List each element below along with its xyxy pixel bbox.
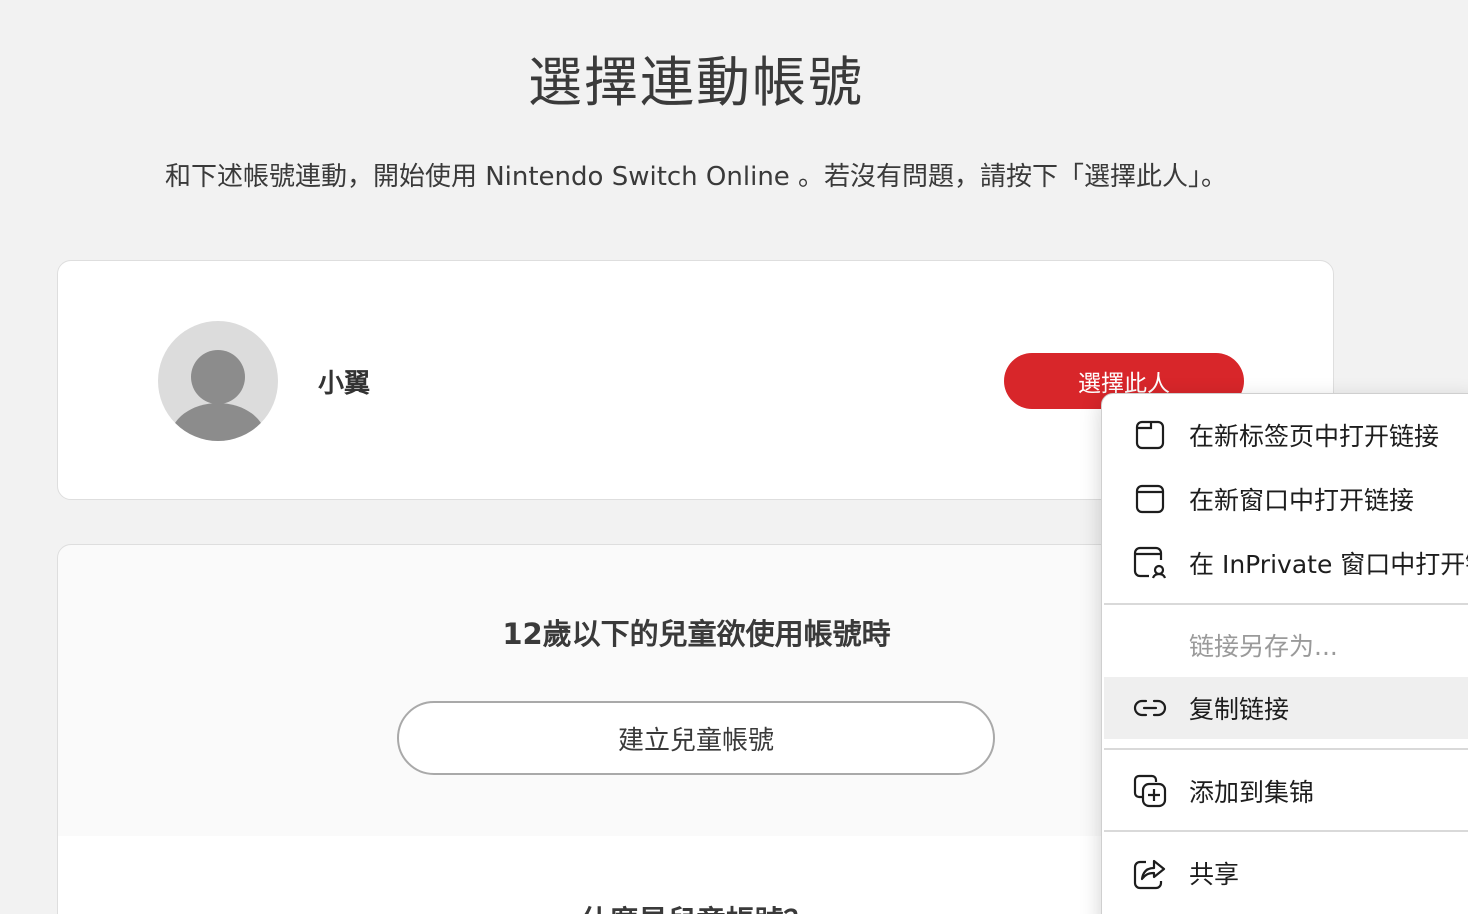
- menu-separator: [1104, 748, 1468, 750]
- page-subtitle: 和下述帳號連動，開始使用 Nintendo Switch Online 。若沒有…: [164, 162, 1228, 192]
- menu-item-label: 链接另存为...: [1189, 632, 1338, 661]
- menu-separator: [1104, 830, 1468, 832]
- menu-item-label: 共享: [1189, 860, 1240, 889]
- avatar: [158, 321, 278, 441]
- create-child-account-button[interactable]: 建立兒童帳號: [397, 701, 995, 775]
- context-menu: 在新标签页中打开链接 在新窗口中打开链接 在 InPrivate 窗口中打开 链…: [1101, 393, 1468, 914]
- menu-item-save-link-as[interactable]: 链接另存为...: [1104, 614, 1468, 676]
- menu-item-open-in-inprivate[interactable]: 在 InPrivate 窗口中打开链接: [1104, 532, 1468, 594]
- new-tab-icon: [1132, 417, 1168, 453]
- menu-item-label: 添加到集锦: [1189, 778, 1315, 807]
- menu-item-label: 在 InPrivate 窗口中打开链接: [1189, 550, 1468, 579]
- menu-item-copy-link[interactable]: 复制链接: [1104, 677, 1468, 739]
- user-name: 小翼: [318, 369, 371, 399]
- menu-separator: [1104, 603, 1468, 605]
- menu-item-open-in-new-window[interactable]: 在新窗口中打开链接: [1104, 468, 1468, 530]
- menu-item-share[interactable]: 共享: [1104, 842, 1468, 904]
- menu-item-label: 复制链接: [1189, 695, 1290, 724]
- menu-item-open-in-new-tab[interactable]: 在新标签页中打开链接: [1104, 404, 1468, 466]
- menu-item-add-to-collections[interactable]: 添加到集锦: [1104, 760, 1468, 822]
- page: 選擇連動帳號 和下述帳號連動，開始使用 Nintendo Switch Onli…: [0, 0, 1468, 914]
- menu-item-label: 在新标签页中打开链接: [1189, 422, 1440, 451]
- page-title: 選擇連動帳號: [528, 51, 864, 114]
- share-icon: [1132, 855, 1168, 891]
- link-icon: [1132, 690, 1168, 726]
- new-window-icon: [1132, 481, 1168, 517]
- inprivate-window-icon: [1132, 545, 1168, 581]
- collections-add-icon: [1132, 773, 1168, 809]
- user-silhouette-icon: [170, 350, 266, 441]
- menu-item-label: 在新窗口中打开链接: [1189, 486, 1415, 515]
